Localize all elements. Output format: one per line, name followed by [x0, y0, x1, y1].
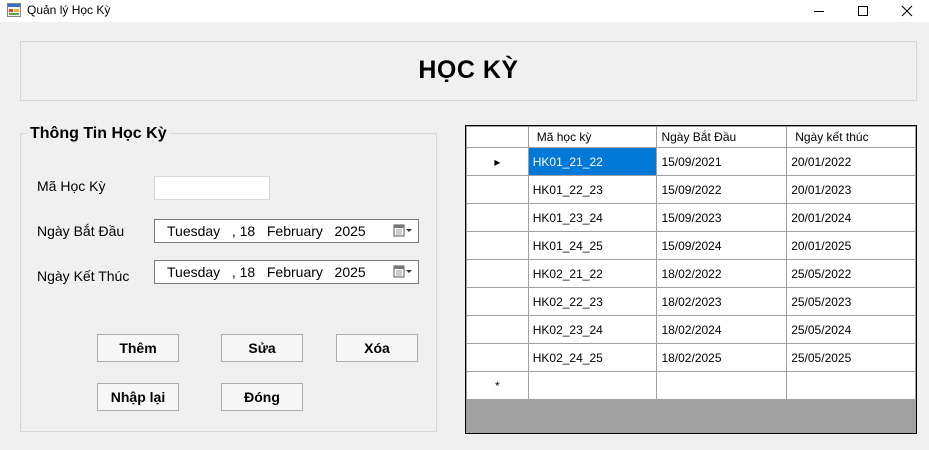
row-header[interactable]: [466, 175, 529, 204]
app-form-icon: [7, 3, 21, 17]
maximize-icon: [858, 6, 868, 16]
close-button[interactable]: [885, 0, 929, 22]
ngay-bat-dau-value: Tuesday , 18 February 2025: [167, 223, 366, 239]
header-panel: HỌC KỲ: [20, 41, 917, 101]
cell-ngay-ket-thuc[interactable]: 20/01/2024: [786, 203, 916, 232]
table-row[interactable]: HK01_24_25 15/09/2024 20/01/2025: [466, 231, 916, 260]
cell-ma-hoc-ky[interactable]: HK01_24_25: [527, 231, 658, 260]
column-header-ngay-ket-thuc[interactable]: Ngày kết thúc: [786, 126, 916, 148]
dong-button[interactable]: Đóng: [221, 383, 303, 411]
cell-ma-hoc-ky[interactable]: HK01_22_23: [527, 175, 658, 204]
new-row[interactable]: *: [466, 371, 916, 400]
table-row[interactable]: HK02_23_24 18/02/2024 25/05/2024: [466, 315, 916, 344]
calendar-dropdown-icon[interactable]: [392, 223, 416, 239]
cell-ngay-ket-thuc[interactable]: 25/05/2022: [786, 259, 916, 288]
them-button[interactable]: Thêm: [97, 334, 179, 362]
title-bar[interactable]: Quản lý Học Kỳ: [0, 0, 929, 22]
row-header[interactable]: [466, 203, 529, 232]
cell-ngay-bat-dau[interactable]: 18/02/2023: [656, 287, 788, 316]
maximize-button[interactable]: [841, 0, 885, 22]
cell-ma-hoc-ky[interactable]: [527, 371, 658, 400]
cell-ma-hoc-ky[interactable]: HK01_23_24: [527, 203, 658, 232]
groupbox-title: Thông Tin Học Kỳ: [27, 125, 170, 143]
cell-ngay-bat-dau[interactable]: 15/09/2021: [656, 147, 788, 176]
cell-ma-hoc-ky[interactable]: HK02_23_24: [527, 315, 658, 344]
header-row: Mã học kỳ Ngày Bắt Đầu Ngày kết thúc: [466, 126, 916, 148]
table-row[interactable]: HK02_22_23 18/02/2023 25/05/2023: [466, 287, 916, 316]
cell-ngay-ket-thuc[interactable]: 25/05/2024: [786, 315, 916, 344]
row-header[interactable]: [466, 259, 529, 288]
table-row[interactable]: HK02_21_22 18/02/2022 25/05/2022: [466, 259, 916, 288]
cell-ma-hoc-ky[interactable]: HK02_22_23: [527, 287, 658, 316]
ma-hoc-ky-input[interactable]: [154, 176, 270, 200]
row-header[interactable]: [466, 315, 529, 344]
datagrid-table: Mã học kỳ Ngày Bắt Đầu Ngày kết thúc ▸ H…: [466, 126, 916, 400]
hoc-ky-datagrid[interactable]: Mã học kỳ Ngày Bắt Đầu Ngày kết thúc ▸ H…: [465, 125, 917, 434]
corner-header-cell[interactable]: [466, 126, 529, 148]
cell-ngay-bat-dau[interactable]: 15/09/2023: [656, 203, 788, 232]
minimize-icon: [814, 11, 824, 12]
cell-ngay-bat-dau[interactable]: 15/09/2024: [656, 231, 788, 260]
cell-ngay-bat-dau[interactable]: 15/09/2022: [656, 175, 788, 204]
cell-ngay-bat-dau[interactable]: [656, 371, 788, 400]
column-header-ma-hoc-ky[interactable]: Mã học kỳ: [527, 126, 658, 148]
ngay-ket-thuc-value: Tuesday , 18 February 2025: [167, 264, 366, 280]
cell-ngay-ket-thuc[interactable]: 25/05/2025: [786, 343, 916, 372]
row-header-new[interactable]: *: [466, 371, 529, 400]
ngay-ket-thuc-label: Ngày Kết Thúc: [37, 268, 130, 284]
cell-ma-hoc-ky[interactable]: HK01_21_22: [527, 147, 658, 176]
row-header[interactable]: [466, 287, 529, 316]
ma-hoc-ky-label: Mã Học Kỳ: [37, 178, 106, 194]
row-header-current[interactable]: ▸: [466, 147, 529, 176]
ngay-bat-dau-datepicker[interactable]: Tuesday , 18 February 2025: [154, 219, 419, 243]
sua-button[interactable]: Sửa: [221, 334, 303, 362]
xoa-button[interactable]: Xóa: [336, 334, 418, 362]
ngay-bat-dau-label: Ngày Bắt Đầu: [37, 223, 125, 239]
cell-ma-hoc-ky[interactable]: HK02_24_25: [527, 343, 658, 372]
table-row[interactable]: ▸ HK01_21_22 15/09/2021 20/01/2022: [466, 147, 916, 176]
row-header[interactable]: [466, 343, 529, 372]
cell-ngay-ket-thuc[interactable]: 20/01/2025: [786, 231, 916, 260]
column-header-ngay-bat-dau[interactable]: Ngày Bắt Đầu: [656, 126, 788, 148]
table-row[interactable]: HK01_22_23 15/09/2022 20/01/2023: [466, 175, 916, 204]
minimize-button[interactable]: [797, 0, 841, 22]
cell-ma-hoc-ky[interactable]: HK02_21_22: [527, 259, 658, 288]
cell-ngay-ket-thuc[interactable]: 20/01/2023: [786, 175, 916, 204]
table-row[interactable]: HK01_23_24 15/09/2023 20/01/2024: [466, 203, 916, 232]
cell-ngay-bat-dau[interactable]: 18/02/2022: [656, 259, 788, 288]
close-icon: [901, 5, 913, 17]
calendar-dropdown-icon[interactable]: [392, 264, 416, 280]
nhap-lai-button[interactable]: Nhập lại: [97, 383, 179, 411]
cell-ngay-bat-dau[interactable]: 18/02/2025: [656, 343, 788, 372]
cell-ngay-ket-thuc[interactable]: 20/01/2022: [786, 147, 916, 176]
row-header[interactable]: [466, 231, 529, 260]
cell-ngay-ket-thuc[interactable]: [786, 371, 916, 400]
ngay-ket-thuc-datepicker[interactable]: Tuesday , 18 February 2025: [154, 260, 419, 284]
table-row[interactable]: HK02_24_25 18/02/2025 25/05/2025: [466, 343, 916, 372]
page-title: HỌC KỲ: [418, 56, 519, 84]
window-title: Quản lý Học Kỳ: [27, 3, 111, 17]
cell-ngay-ket-thuc[interactable]: 25/05/2023: [786, 287, 916, 316]
cell-ngay-bat-dau[interactable]: 18/02/2024: [656, 315, 788, 344]
